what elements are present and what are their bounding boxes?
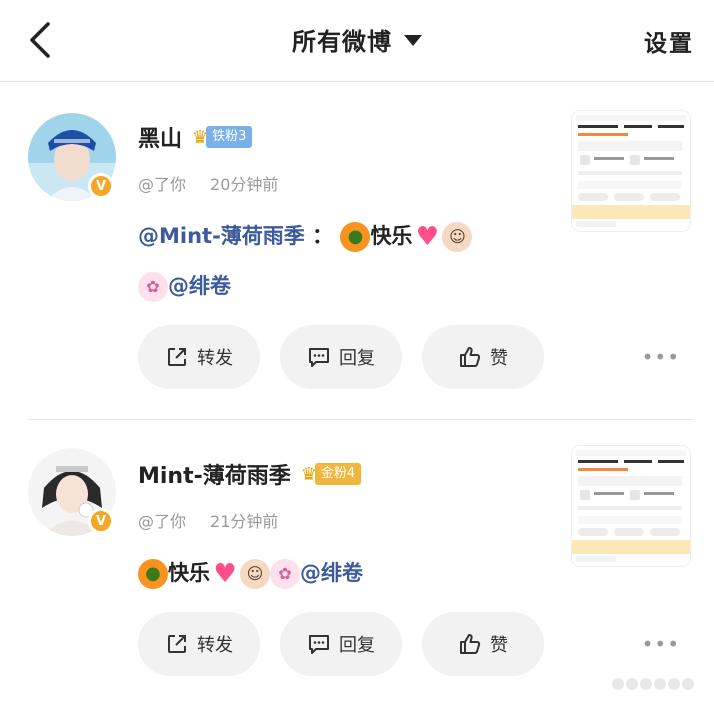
post-thumbnail[interactable] [572,446,690,566]
share-icon [168,635,186,653]
mention-link[interactable]: @绯卷 [168,274,231,298]
mention-note: @了你 [138,512,187,531]
user-name[interactable]: Mint-薄荷雨季 [138,458,291,490]
mention-link[interactable]: @Mint-薄荷雨季 [138,224,305,248]
bunny-emoji-icon: ✿ [138,272,168,302]
girl-emoji-icon: ☺ [240,559,270,589]
fan-badge-label: 金粉4 [314,463,362,485]
top-bar: 所有微博 设置 [0,0,714,82]
fan-badge-label: 铁粉3 [206,126,253,148]
like-button[interactable]: 赞 [422,325,544,389]
watermark-dots [612,678,694,690]
heart-emoji-icon: ♥ [213,559,237,589]
notification-item[interactable]: V 黑山 ♛ 铁粉3 @了你 20分钟前 @Mint-薄荷雨季 ： ● 快乐 ♥ ☺ … [0,83,714,419]
like-button[interactable]: 赞 [422,612,544,676]
more-options-button[interactable]: ••• [642,345,680,369]
notification-item[interactable]: V Mint-薄荷雨季 ♛ 金粉4 @了你 21分钟前 ● 快乐 ♥ ☺ ✿ @绯卷 [0,420,714,702]
post-thumbnail[interactable] [572,111,690,231]
share-icon [168,348,186,366]
timestamp: 21分钟前 [210,512,279,531]
mention-link[interactable]: @绯卷 [300,561,363,585]
heart-emoji-icon: ♥ [415,222,440,252]
page-title: 所有微博 [292,28,392,56]
thumbs-up-icon [460,347,481,367]
orange-emoji-icon: ● [340,222,371,252]
reply-button[interactable]: 回复 [280,612,402,676]
repost-button[interactable]: 转发 [138,612,260,676]
more-options-button[interactable]: ••• [642,632,680,656]
caret-down-icon [404,35,422,46]
verified-badge: V [88,173,114,199]
orange-emoji-icon: ● [138,559,168,589]
comment-icon [309,635,329,654]
fan-badge: ♛ 金粉4 [301,462,362,486]
reply-button[interactable]: 回复 [280,325,402,389]
thumbs-up-icon [460,634,481,654]
post-content: @Mint-薄荷雨季 ： ● 快乐 ♥ ☺ ✿ @绯卷 [138,211,473,311]
verified-badge: V [88,508,114,534]
timestamp: 20分钟前 [210,175,279,194]
mention-note: @了你 [138,175,187,194]
post-content: ● 快乐 ♥ ☺ ✿ @绯卷 [138,548,363,598]
comment-icon [309,348,329,367]
user-name[interactable]: 黑山 [138,121,182,153]
repost-button[interactable]: 转发 [138,325,260,389]
bunny-emoji-icon: ✿ [270,559,300,589]
feed-filter-dropdown[interactable]: 所有微博 [0,22,714,57]
settings-button[interactable]: 设置 [644,24,694,58]
fan-badge: ♛ 铁粉3 [192,125,253,149]
girl-emoji-icon: ☺ [442,222,473,252]
